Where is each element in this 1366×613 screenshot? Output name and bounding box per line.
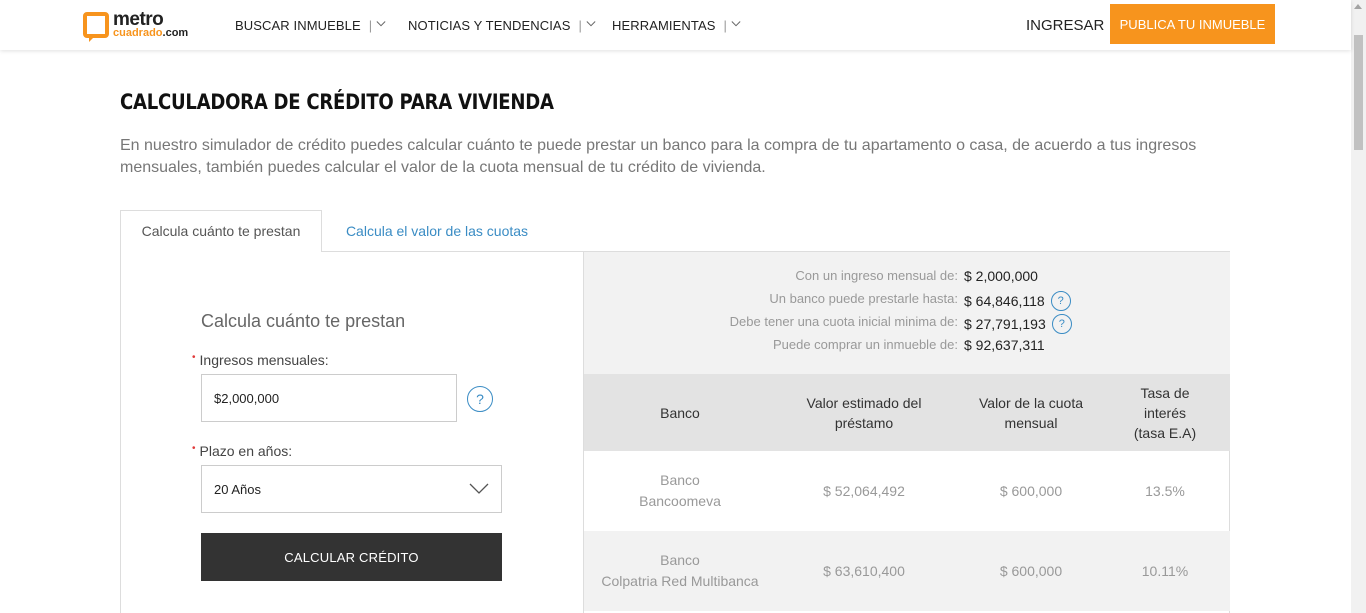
summary-value: $ 2,000,000: [964, 268, 1038, 284]
table-row: Banco Colpatria Red Multibanca $ 63,610,4…: [584, 531, 1230, 611]
fee-value: $ 600,000: [999, 562, 1063, 579]
calculator-tabs: Calcula cuánto te prestan Calcula el val…: [120, 210, 552, 252]
table-row: Banco Bancoomeva $ 52,064,492 $ 600,000 1…: [584, 451, 1230, 531]
column-header-rate: Tasa de interés (tasa E.A): [1133, 384, 1197, 441]
results-panel: Con un ingreso mensual de: $ 2,000,000 U…: [583, 252, 1230, 613]
scroll-up-arrow-icon[interactable]: [1354, 4, 1362, 9]
term-label: • Plazo en años:: [192, 443, 292, 459]
results-summary: Con un ingreso mensual de: $ 2,000,000 U…: [584, 252, 1230, 374]
down-payment-help-icon[interactable]: ?: [1051, 314, 1072, 334]
summary-value: $ 27,791,193: [964, 316, 1046, 332]
tab-calcula-prestamo[interactable]: Calcula cuánto te prestan: [120, 210, 322, 252]
column-header-loan: Valor estimado del préstamo: [806, 394, 922, 431]
login-link[interactable]: INGRESAR: [1026, 17, 1104, 34]
income-input[interactable]: [201, 374, 457, 422]
nav-separator: |: [578, 18, 582, 33]
nav-herramientas[interactable]: HERRAMIENTAS |: [612, 18, 741, 33]
form-title: Calcula cuánto te prestan: [201, 311, 406, 331]
calculate-credit-button[interactable]: CALCULAR CRÉDITO: [201, 533, 502, 581]
summary-row: Un banco puede prestarle hasta: $ 64,846…: [584, 291, 1230, 311]
loan-value: $ 52,064,492: [823, 482, 905, 499]
loan-help-icon[interactable]: ?: [1050, 291, 1071, 311]
chevron-down-icon: [469, 483, 489, 494]
summary-row: Debe tener una cuota inicial minima de: …: [584, 314, 1230, 334]
fee-value: $ 600,000: [999, 482, 1063, 499]
scrollbar-thumb[interactable]: [1354, 35, 1363, 150]
summary-value: $ 92,637,311: [964, 337, 1045, 353]
chevron-down-icon: [586, 21, 596, 27]
bank-name: Banco Bancoomeva: [639, 472, 721, 509]
loan-value: $ 63,610,400: [823, 562, 905, 579]
summary-row: Con un ingreso mensual de: $ 2,000,000: [584, 268, 1230, 288]
nav-separator: |: [723, 18, 728, 33]
required-marker: •: [192, 443, 196, 454]
summary-label: Con un ingreso mensual de:: [795, 268, 958, 283]
site-logo[interactable]: metro cuadrado.com: [83, 10, 189, 42]
summary-label: Un banco puede prestarle hasta:: [769, 291, 958, 306]
page-scrollbar[interactable]: [1351, 0, 1366, 613]
nav-separator: |: [368, 18, 373, 33]
nav-label: NOTICIAS Y TENDENCIAS: [408, 18, 571, 33]
summary-row: Puede comprar un inmueble de: $ 92,637,3…: [584, 337, 1230, 357]
summary-label: Debe tener una cuota inicial minima de:: [729, 314, 958, 329]
nav-label: BUSCAR INMUEBLE: [235, 18, 361, 33]
tab-calcula-cuotas[interactable]: Calcula el valor de las cuotas: [322, 210, 552, 252]
column-header-bank: Banco: [660, 404, 700, 421]
nav-label: HERRAMIENTAS: [612, 18, 716, 33]
summary-label: Puede comprar un inmueble de:: [772, 337, 958, 352]
logo-text-tld: .com: [162, 27, 189, 39]
income-label: • Ingresos mensuales:: [192, 352, 329, 368]
page-title: CALCULADORA DE CRÉDITO PARA VIVIENDA: [120, 90, 554, 114]
income-label-text: Ingresos mensuales:: [199, 352, 329, 368]
results-table-header: Banco Valor estimado del préstamo Valor …: [584, 374, 1230, 451]
term-label-text: Plazo en años:: [199, 443, 293, 459]
publish-property-button[interactable]: PUBLICA TU INMUEBLE: [1110, 4, 1275, 44]
bank-name: Banco Colpatria Red Multibanca: [601, 552, 759, 589]
rate-value: 10.11%: [1141, 562, 1189, 579]
top-navbar: metro cuadrado.com BUSCAR INMUEBLE | NOT…: [0, 0, 1351, 50]
summary-value: $ 64,846,118: [964, 293, 1045, 309]
term-select[interactable]: 20 Años: [201, 465, 502, 513]
nav-buscar-inmueble[interactable]: BUSCAR INMUEBLE |: [235, 18, 386, 33]
nav-noticias-tendencias[interactable]: NOTICIAS Y TENDENCIAS |: [408, 18, 596, 33]
column-header-fee: Valor de la cuota mensual: [978, 394, 1084, 431]
term-select-value: 20 Años: [214, 481, 261, 497]
chevron-down-icon: [376, 21, 386, 27]
logo-mark-icon: [83, 12, 109, 42]
chevron-down-icon: [731, 21, 741, 27]
income-help-icon[interactable]: ?: [467, 386, 493, 412]
rate-value: 13.5%: [1145, 482, 1185, 499]
logo-text-brand: cuadrado: [113, 27, 163, 39]
page-intro: En nuestro simulador de crédito puedes c…: [120, 137, 1197, 176]
required-marker: •: [192, 352, 196, 363]
